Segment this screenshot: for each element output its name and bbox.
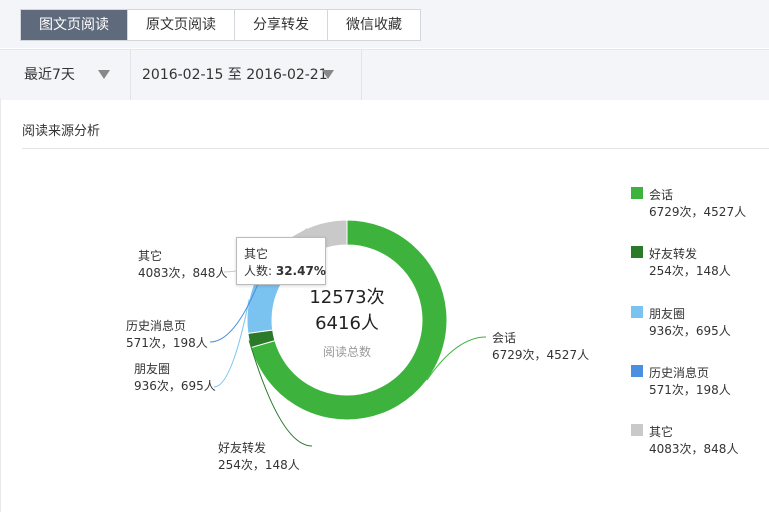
legend-swatch [631,424,643,436]
legend-swatch [631,365,643,377]
legend-name: 朋友圈 [649,307,686,321]
callout-name: 历史消息页 [126,318,186,333]
tooltip-label: 人数: [244,264,276,278]
slice-tooltip: 其它 人数: 32.47% [236,237,326,285]
legend-swatch [631,306,643,318]
tooltip-value-line: 人数: 32.47% [244,262,326,279]
legend-name: 历史消息页 [649,366,710,380]
tooltip-name: 其它 [244,247,269,261]
callout-name: 朋友圈 [134,362,170,376]
tooltip-value: 32.47% [275,264,326,278]
legend-value: 4083次，848人 [649,442,739,456]
callout-value: 936次，695人 [134,379,216,393]
legend-value: 571次，198人 [649,383,731,397]
legend-name: 好友转发 [649,247,698,261]
callout-name: 会话 [492,331,516,345]
center-total-people: 6416人 [315,313,379,334]
callout-value: 254次，148人 [218,458,300,472]
legend-name: 其它 [649,425,674,439]
legend-name: 会话 [649,188,674,202]
callout-value: 4083次，848人 [138,266,227,280]
callout-value: 571次，198人 [126,336,208,350]
callout-name: 其它 [138,248,162,263]
legend-value: 254次，148人 [649,264,731,278]
legend-value: 936次，695人 [649,324,731,338]
center-caption: 阅读总数 [323,344,371,359]
legend-swatch [631,187,643,199]
center-total-times: 12573次 [309,287,384,308]
legend-value: 6729次，4527人 [649,205,747,219]
callout-name: 好友转发 [218,440,266,455]
legend-swatch [631,246,643,258]
callout-value: 6729次，4527人 [492,348,589,362]
